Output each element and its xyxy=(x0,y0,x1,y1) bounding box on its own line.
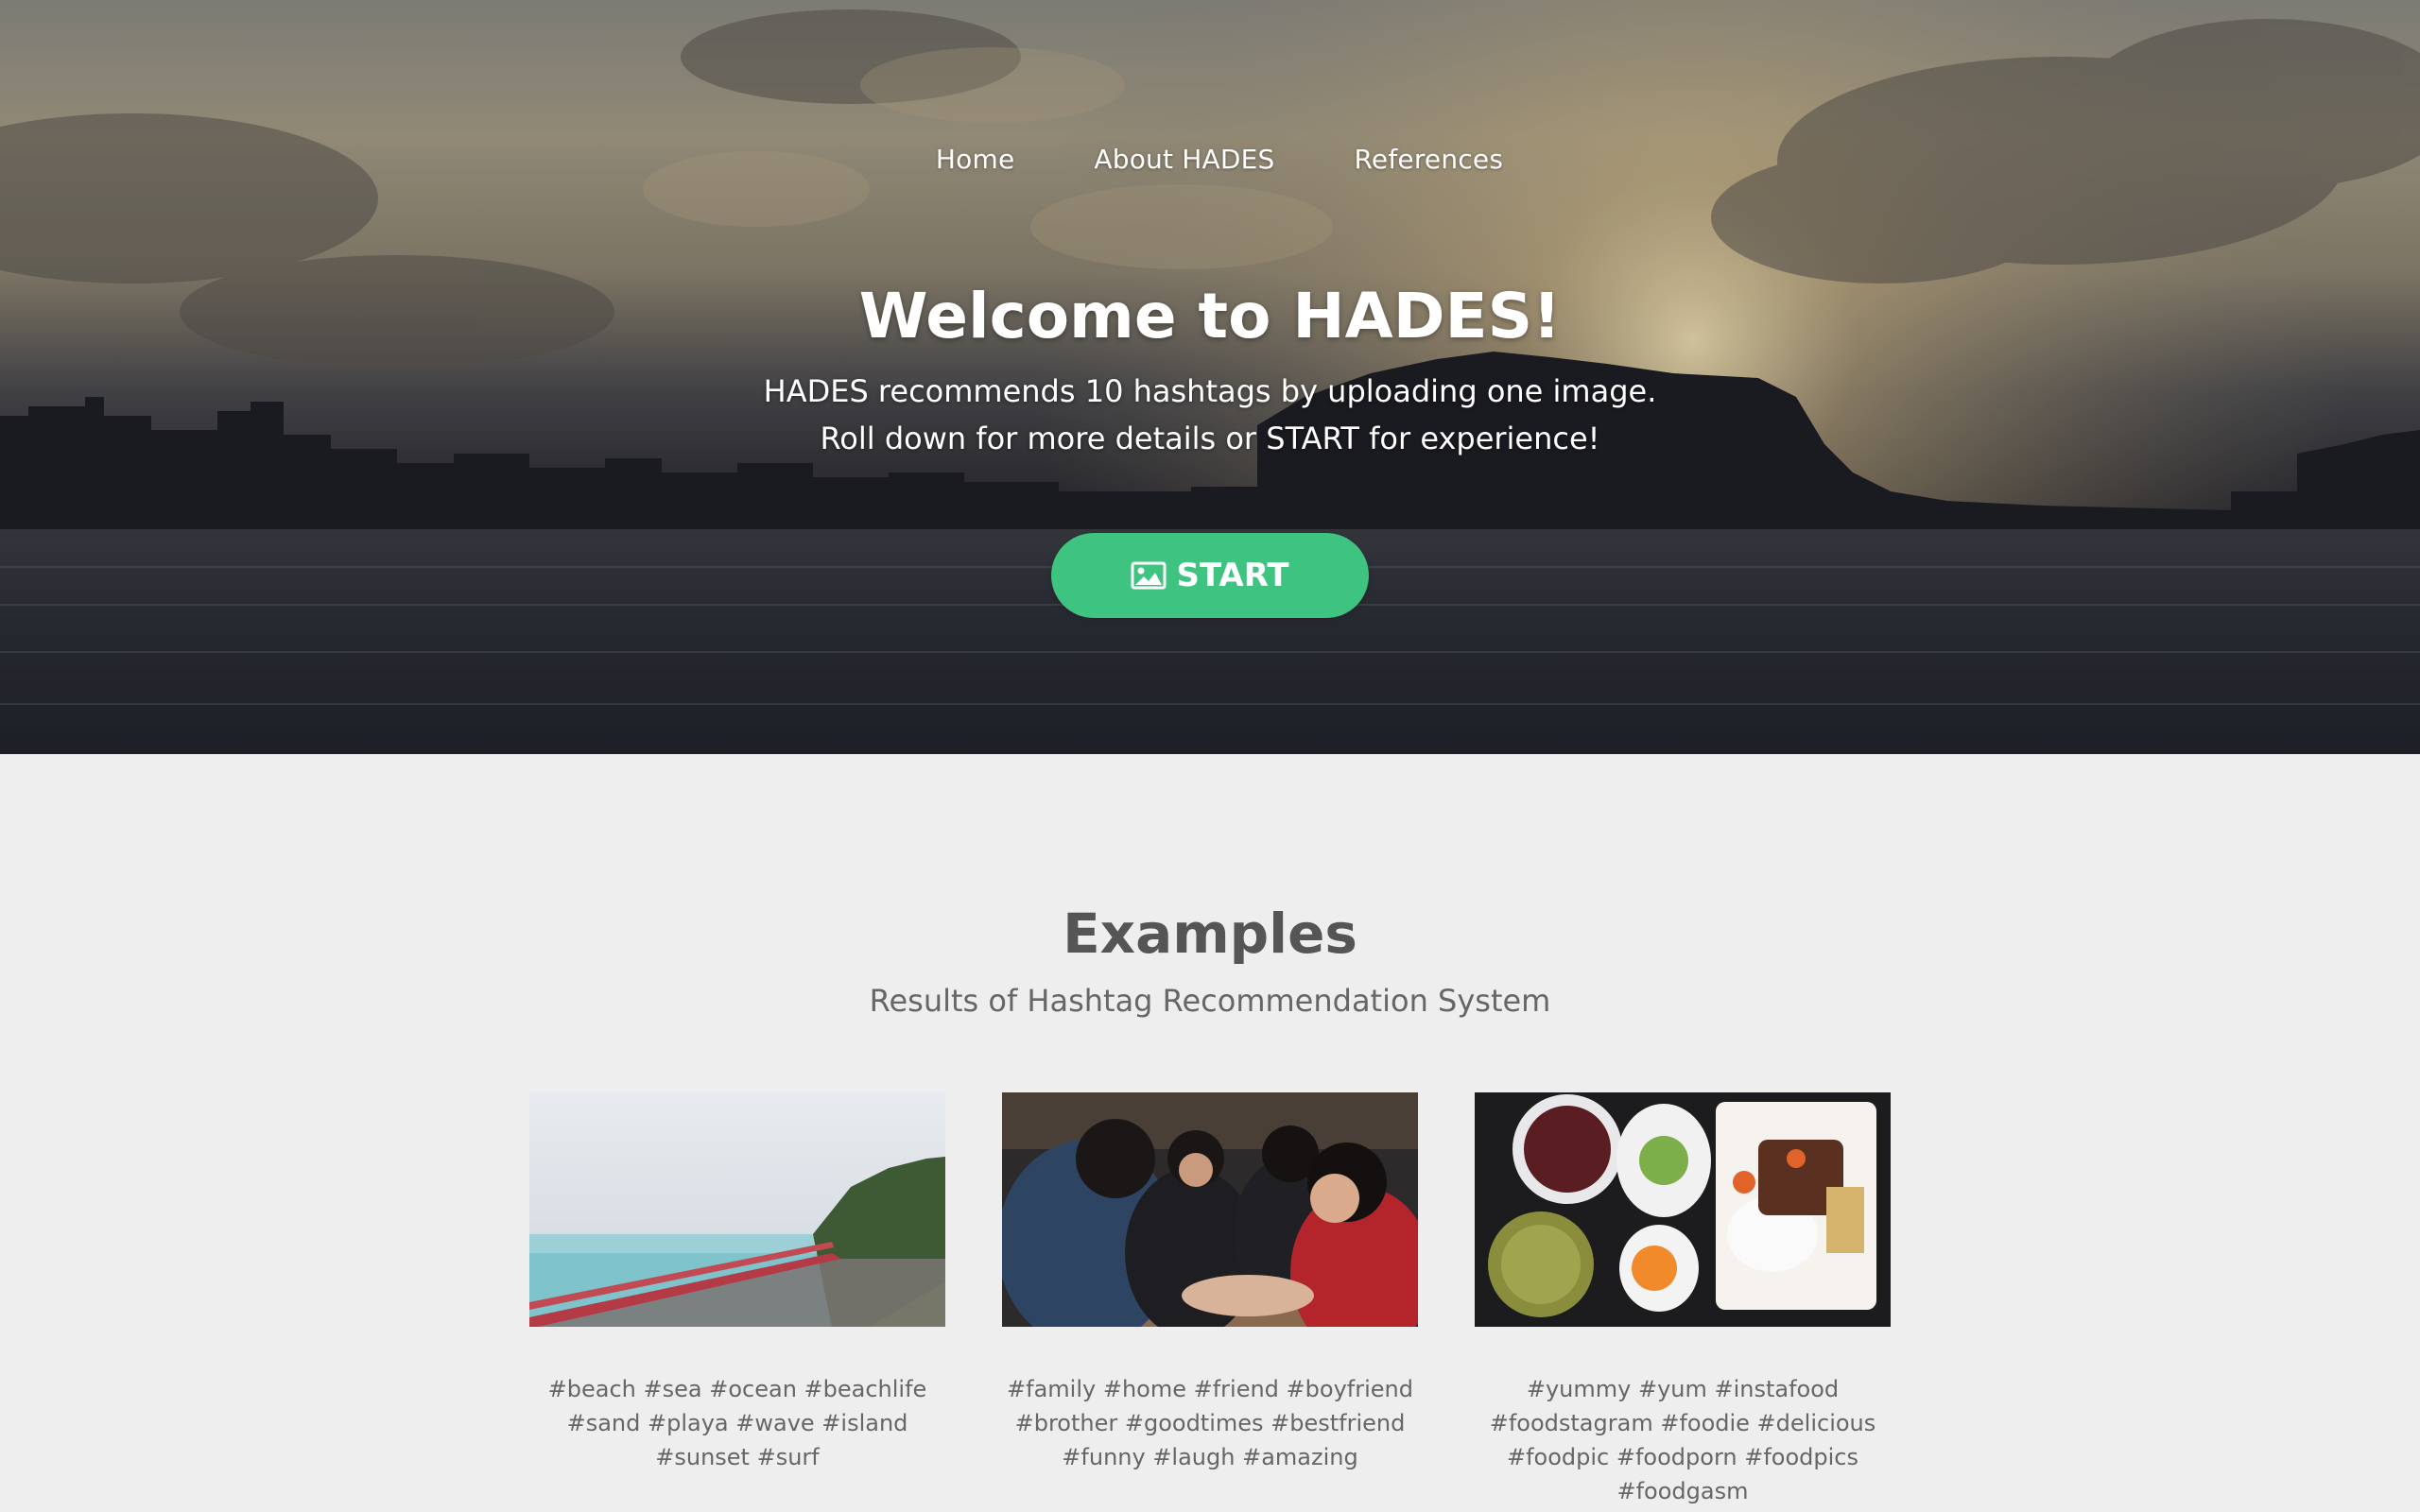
hero-subtitle-line2: Roll down for more details or START for … xyxy=(820,421,1600,456)
beach-coast-photo xyxy=(529,1092,945,1327)
example-card: #family #home #friend #boyfriend #brothe… xyxy=(1002,1092,1418,1474)
examples-subtitle: Results of Hashtag Recommendation System xyxy=(869,983,1551,1019)
nav-home-link[interactable]: Home xyxy=(936,144,1015,175)
nav-references-link[interactable]: References xyxy=(1355,144,1504,175)
examples-title: Examples xyxy=(1063,902,1357,966)
examples-section: Examples Results of Hashtag Recommendati… xyxy=(0,754,2420,1512)
hero-banner: Home About HADES References Welcome to H… xyxy=(0,0,2420,754)
example-tags: #family #home #friend #boyfriend #brothe… xyxy=(1007,1376,1413,1470)
food-meal-photo xyxy=(1475,1092,1891,1327)
example-card: #yummy #yum #instafood #foodstagram #foo… xyxy=(1475,1092,1891,1508)
main-nav: Home About HADES References xyxy=(0,144,2420,175)
example-tags: #yummy #yum #instafood #foodstagram #foo… xyxy=(1489,1376,1876,1504)
friends-playing-cards-photo xyxy=(1002,1092,1418,1327)
hero-subtitle-line1: HADES recommends 10 hashtags by uploadin… xyxy=(763,373,1657,409)
nav-about-link[interactable]: About HADES xyxy=(1094,144,1274,175)
image-icon xyxy=(1131,561,1167,590)
example-card: #beach #sea #ocean #beachlife #sand #pla… xyxy=(529,1092,945,1474)
example-tags: #beach #sea #ocean #beachlife #sand #pla… xyxy=(547,1376,927,1470)
start-button[interactable]: START xyxy=(1051,533,1369,618)
hero-title: Welcome to HADES! xyxy=(858,280,1562,352)
start-button-label: START xyxy=(1176,557,1289,594)
